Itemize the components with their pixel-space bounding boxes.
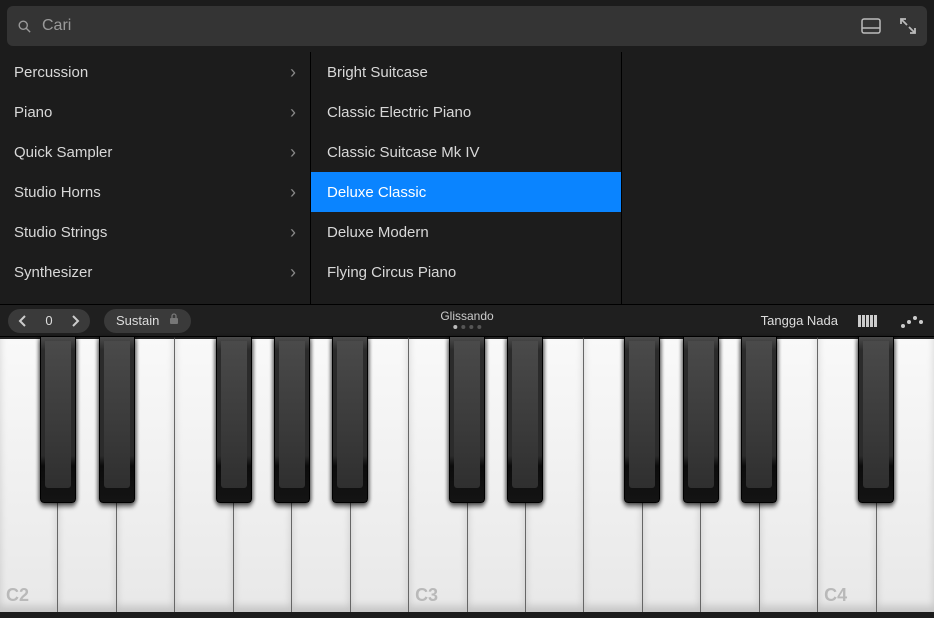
category-column: Percussion›Piano›Quick Sampler›Studio Ho… <box>0 52 310 304</box>
preset-item[interactable]: Flying Circus Piano <box>311 252 621 292</box>
category-item[interactable]: Percussion › <box>0 52 310 92</box>
black-key[interactable] <box>858 337 894 503</box>
piano-keyboard[interactable]: C2 C3 C4 <box>0 336 934 612</box>
black-key[interactable] <box>274 337 310 503</box>
preset-label: Bright Suitcase <box>327 64 428 81</box>
octave-control: 0 <box>8 309 90 333</box>
play-mode-selector[interactable]: Glissando <box>440 309 493 329</box>
search-input[interactable] <box>42 17 917 35</box>
sound-browser: Percussion›Piano›Quick Sampler›Studio Ho… <box>0 52 934 304</box>
category-item[interactable]: Piano › <box>0 92 310 132</box>
octave-down-button[interactable] <box>12 310 34 332</box>
preset-label: Deluxe Classic <box>327 184 426 201</box>
black-key[interactable] <box>741 337 777 503</box>
octave-up-button[interactable] <box>64 310 86 332</box>
octave-label: C4 <box>824 585 847 606</box>
category-label: Studio Horns <box>14 184 101 201</box>
chevron-right-icon: › <box>290 182 296 203</box>
preset-label: Classic Suitcase Mk IV <box>327 144 480 161</box>
category-item[interactable]: Studio Strings › <box>0 212 310 252</box>
preset-column: Bright Suitcase Classic Electric Piano Cla… <box>310 52 622 304</box>
preset-item[interactable]: Deluxe Classic <box>311 172 621 212</box>
preset-label: Deluxe Modern <box>327 224 429 241</box>
category-label: Studio Strings <box>14 224 107 241</box>
black-key[interactable] <box>624 337 660 503</box>
chevron-right-icon: › <box>290 222 296 243</box>
black-key[interactable] <box>216 337 252 503</box>
play-mode-label: Glissando <box>440 309 493 323</box>
category-label: Quick Sampler <box>14 144 112 161</box>
scale-label[interactable]: Tangga Nada <box>761 313 838 328</box>
sustain-button[interactable]: Sustain <box>104 309 191 333</box>
chevron-right-icon: › <box>290 262 296 283</box>
view-mode-icon[interactable] <box>861 18 881 34</box>
octave-value: 0 <box>34 313 64 328</box>
page-dots <box>440 325 493 329</box>
chevron-right-icon: › <box>290 102 296 123</box>
category-item[interactable]: Synthesizer › <box>0 252 310 292</box>
category-item[interactable]: Quick Sampler › <box>0 132 310 172</box>
preset-label: Classic Electric Piano <box>327 104 471 121</box>
black-key[interactable] <box>332 337 368 503</box>
keyboard-layout-icon[interactable] <box>858 313 880 329</box>
octave-label: C3 <box>415 585 438 606</box>
chevron-right-icon: › <box>290 62 296 83</box>
fullscreen-icon[interactable] <box>899 17 917 35</box>
black-key[interactable] <box>507 337 543 503</box>
category-item[interactable]: Studio Horns › <box>0 172 310 212</box>
keyboard-toolbar: 0 Sustain Glissando Tangga Nada <box>0 304 934 336</box>
preset-item[interactable]: Classic Electric Piano <box>311 92 621 132</box>
arpeggiator-icon[interactable] <box>900 313 924 329</box>
black-key[interactable] <box>99 337 135 503</box>
sustain-label: Sustain <box>116 313 159 328</box>
category-label: Piano <box>14 104 52 121</box>
preset-item[interactable]: Deluxe Modern <box>311 212 621 252</box>
preset-item[interactable]: Bright Suitcase <box>311 52 621 92</box>
octave-label: C2 <box>6 585 29 606</box>
black-key[interactable] <box>449 337 485 503</box>
category-label: Synthesizer <box>14 264 92 281</box>
black-key[interactable] <box>683 337 719 503</box>
chevron-right-icon: › <box>290 142 296 163</box>
lock-icon <box>169 313 179 328</box>
black-key[interactable] <box>40 337 76 503</box>
category-label: Percussion <box>14 64 88 81</box>
preset-label: Flying Circus Piano <box>327 264 456 281</box>
preset-item[interactable]: Classic Suitcase Mk IV <box>311 132 621 172</box>
search-bar <box>7 6 927 46</box>
search-icon <box>17 19 32 34</box>
